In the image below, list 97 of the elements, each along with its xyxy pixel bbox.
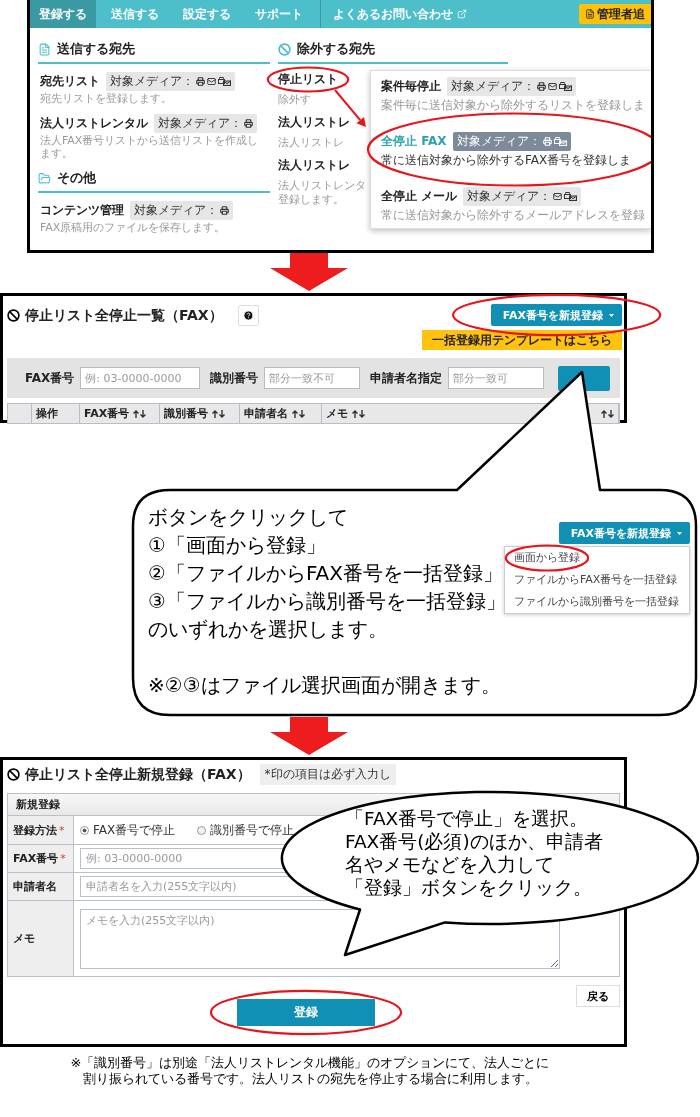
field-label: メモ — [13, 931, 35, 946]
filter-label: 申請者名指定 — [370, 369, 443, 387]
column-header: 識別番号 — [164, 406, 208, 421]
menu-item-description: 除外す — [278, 93, 311, 106]
dropdown-item[interactable]: 画面から登録 — [514, 551, 580, 565]
menu-item-description: 宛先リストを登録します。 — [40, 92, 172, 105]
radio-dot[interactable] — [80, 825, 89, 835]
media-label: 対象メディア： — [467, 188, 552, 205]
sort-icon — [212, 409, 225, 418]
submenu-item[interactable]: 案件毎停止 — [381, 79, 441, 94]
sort-icon — [133, 409, 147, 418]
new-registration-button[interactable]: FAX番号を新規登録 — [490, 304, 622, 326]
submenu-description: 案件毎に送信対象から除外するリストを登録しま — [381, 99, 645, 112]
dropdown-item[interactable]: ファイルからFAX番号を一括登録 — [514, 573, 678, 587]
section-title-text: 送信する宛先 — [57, 40, 135, 58]
radio-dot[interactable] — [197, 825, 207, 835]
mail-icon — [207, 77, 216, 86]
submenu-description: 常に送信対象から除外するFAX番号を登録しま — [381, 154, 632, 167]
menu-item-title[interactable]: 法人リストレ — [278, 158, 350, 173]
filter-label: 識別番号 — [210, 369, 259, 387]
column-header: メモ — [326, 406, 348, 421]
callout-text: ②「ファイルからFAX番号を一括登録」 — [148, 560, 504, 587]
footnote-text: ※「識別番号」は別途「法人リストレンタル機能」のオプションにて、法人ごとに — [70, 1055, 550, 1071]
callout-text: FAX番号(必須)のほか、申請者 — [345, 830, 603, 853]
ban-icon — [7, 309, 20, 322]
filter-field[interactable]: 部分一致不可 — [264, 367, 361, 389]
help-icon — [242, 310, 254, 321]
pointer-arrow — [334, 89, 366, 127]
field-label: 申請者名 — [13, 879, 57, 894]
filter-field[interactable]: 部分一致可 — [448, 367, 545, 389]
back-button[interactable]: 戻る — [576, 985, 620, 1007]
printer-icon — [220, 206, 229, 215]
callout-text: ボタンをクリックして — [148, 504, 349, 531]
filter-field[interactable]: 例: 03-0000-0000 — [80, 367, 201, 389]
required-mark: * — [59, 823, 65, 837]
document-icon — [585, 9, 595, 19]
column-header: 申請者名 — [244, 406, 288, 421]
help-button[interactable] — [237, 305, 259, 326]
required-mark: * — [60, 852, 66, 865]
media-label: 対象メディア： — [158, 115, 242, 132]
printer-mail-icon — [218, 77, 231, 86]
menu-item-description: 登録します。 — [278, 193, 344, 206]
printer-icon — [244, 119, 253, 128]
mail-icon — [548, 82, 557, 91]
sort-icon — [292, 409, 305, 418]
printer-mail-icon — [559, 82, 572, 91]
menu-item-description: 法人リストレンタ — [278, 179, 366, 192]
column-header: FAX番号 — [84, 406, 130, 421]
ban-icon — [7, 768, 20, 781]
external-link-icon — [457, 9, 467, 19]
menu-item-description: 法人リストレ — [278, 136, 344, 149]
document-icon — [38, 42, 51, 56]
media-label: 対象メディア： — [134, 202, 218, 219]
callout-text: ③「ファイルから識別番号を一括登録」 — [148, 588, 506, 615]
printer-icon — [537, 82, 546, 91]
register-button[interactable]: 登録 — [237, 999, 375, 1026]
field-label: FAX番号 — [13, 851, 59, 866]
admin-button[interactable]: 管理者追 — [579, 4, 651, 24]
required-note: *印の項目は必ず入力し — [259, 764, 396, 785]
callout-text: 「登録」ボタンをクリック。 — [345, 876, 593, 899]
new-registration-button[interactable]: FAX番号を新規登録 — [558, 522, 690, 544]
callout-note: ※②③はファイル選択画面が開きます。 — [148, 672, 502, 699]
menu-item-title[interactable]: 法人リストレンタル — [40, 116, 148, 131]
media-label: 対象メディア： — [451, 78, 535, 95]
sort-icon — [601, 409, 614, 418]
printer-mail-icon — [564, 192, 578, 201]
printer-icon — [196, 77, 205, 86]
field-label: 登録方法 — [13, 822, 57, 838]
submenu-description: 常に送信対象から除外するメールアドレスを登録 — [381, 209, 645, 222]
filter-label: FAX番号 — [25, 369, 75, 387]
caret-icon — [677, 531, 682, 535]
page-title: 停止リスト全停止新規登録（FAX） — [25, 765, 251, 784]
printer-icon — [542, 137, 552, 146]
ban-icon — [278, 42, 291, 56]
page-title: 停止リスト全停止一覧（FAX） — [25, 306, 223, 325]
media-label: 対象メディア： — [110, 73, 194, 90]
dropdown-item[interactable]: ファイルから識別番号を一括登録 — [514, 595, 679, 609]
menu-item-title[interactable]: 法人リストレ — [278, 115, 350, 130]
menu-item-description: 法人FAX番号リストから送信リストを作成します。 — [40, 134, 260, 160]
media-label: 対象メディア： — [456, 133, 541, 150]
column-header: 操作 — [36, 406, 58, 421]
callout-text: ①「画面から登録」 — [148, 532, 327, 559]
section-title-text: 除外する宛先 — [297, 40, 375, 58]
menu-item-description: FAX原稿用のファイルを保存します。 — [40, 221, 226, 234]
menu-item-title[interactable]: コンテンツ管理 — [40, 203, 124, 218]
menu-item-title[interactable]: 停止リスト — [278, 72, 338, 87]
section-title-text: その他 — [57, 169, 96, 187]
callout-text: 名やメモなどを入力して — [345, 853, 555, 876]
folder-icon — [38, 171, 51, 185]
submenu-item[interactable]: 全停止 メール — [381, 189, 458, 204]
callout-text: のいずれかを選択します。 — [148, 616, 389, 643]
mail-icon — [553, 192, 563, 201]
caret-icon — [609, 313, 614, 317]
footnote-text: 割り振られている番号です。法人リストの宛先を停止する場合に利用します。 — [82, 1071, 538, 1087]
printer-mail-icon — [553, 137, 567, 146]
menu-item-title[interactable]: 宛先リスト — [40, 74, 100, 89]
sort-icon — [352, 409, 365, 418]
